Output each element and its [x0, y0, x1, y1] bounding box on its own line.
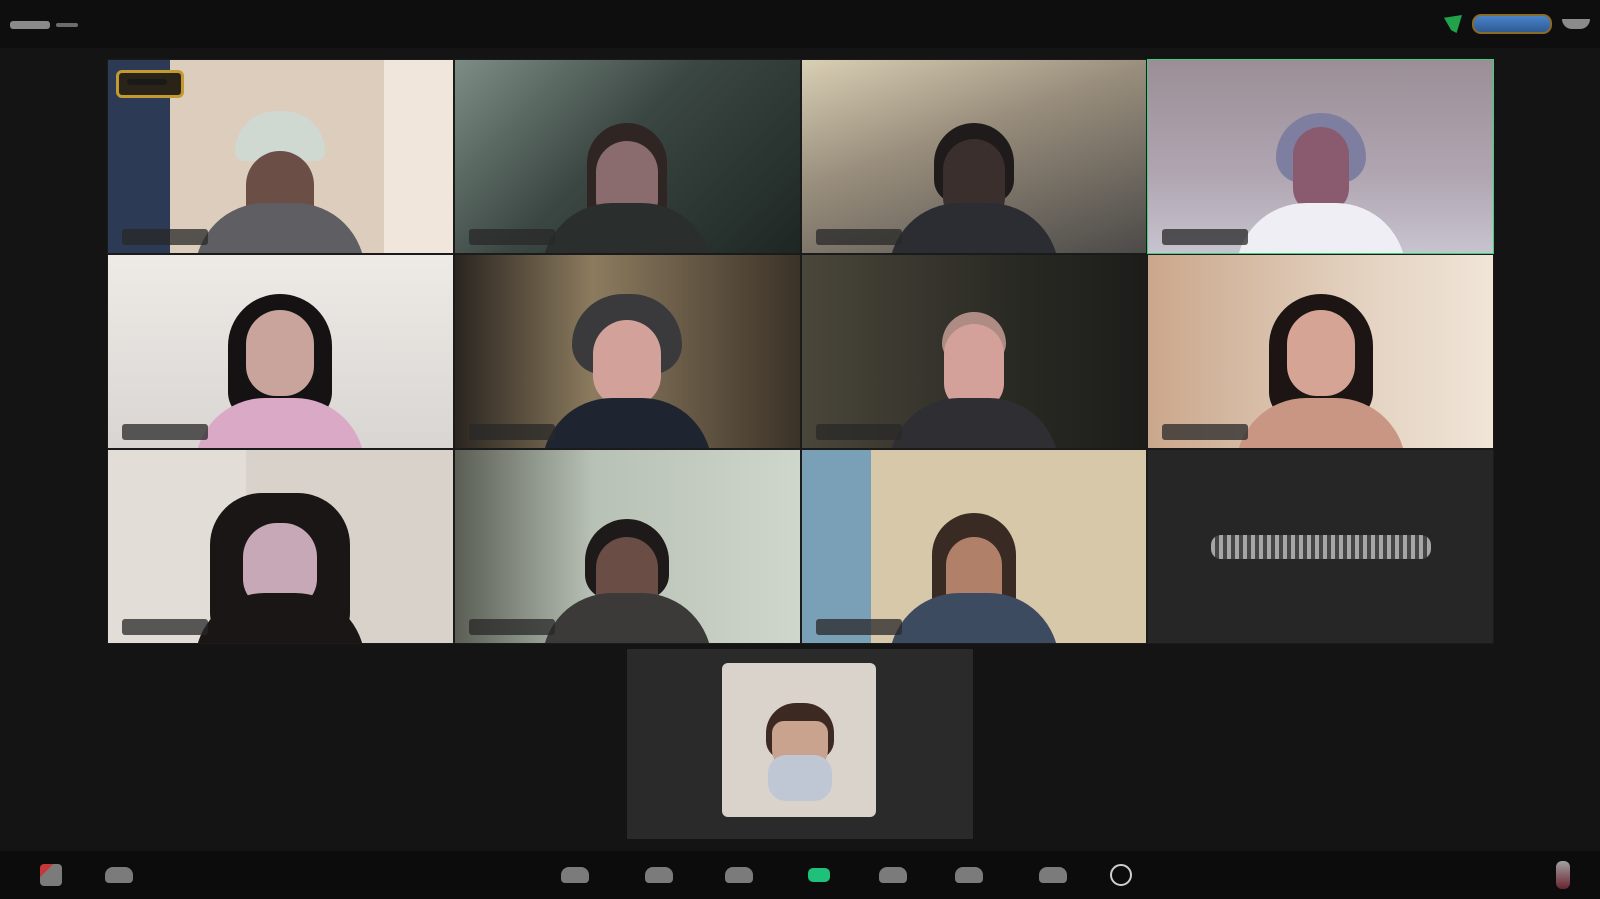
- top-bar: [0, 0, 1600, 48]
- participant-tile[interactable]: [453, 59, 801, 254]
- fullscreen-icon[interactable]: [1562, 19, 1590, 29]
- participant-tile[interactable]: [107, 59, 454, 254]
- body: [195, 203, 366, 253]
- participant-name-tag: [1162, 424, 1249, 440]
- body: [1235, 398, 1406, 448]
- participant-video: [1235, 288, 1406, 448]
- record-glyph: [879, 867, 907, 883]
- security-icon[interactable]: [552, 859, 598, 891]
- participant-name-tag: [122, 619, 208, 635]
- participant-tile[interactable]: [453, 254, 801, 449]
- participant-video: [542, 483, 713, 643]
- video-off-placeholder: [1148, 450, 1493, 643]
- body: [542, 398, 713, 448]
- face: [593, 320, 662, 406]
- participants-glyph: [645, 867, 673, 883]
- record-icon[interactable]: [870, 859, 916, 891]
- participant-video: [888, 93, 1059, 253]
- menu-icon-bar: [10, 21, 50, 29]
- participant-video: [542, 288, 713, 448]
- top-right-controls: [1444, 12, 1590, 36]
- participant-tile[interactable]: [800, 254, 1148, 449]
- face-mask: [768, 755, 832, 801]
- participant-tile[interactable]: [800, 449, 1148, 644]
- participant-video: [195, 288, 366, 448]
- menu-icon-bar: [56, 23, 78, 27]
- chat-glyph: [725, 867, 753, 883]
- body: [888, 398, 1059, 448]
- settings-icon[interactable]: [1098, 859, 1144, 891]
- participant-gallery: [107, 59, 1494, 644]
- participant-name-tag: [815, 424, 902, 440]
- participant-name-tag: [468, 424, 555, 440]
- meeting-toolbar: [0, 851, 1600, 899]
- participant-video: [195, 93, 366, 253]
- participant-name-tag: [122, 424, 208, 440]
- participant-tile[interactable]: [1147, 254, 1494, 449]
- body: [888, 593, 1059, 643]
- end-call-glyph: [1556, 861, 1570, 889]
- body: [195, 398, 366, 448]
- body: [888, 203, 1059, 253]
- video-camera-icon[interactable]: [96, 859, 142, 891]
- participant-name-tag: [815, 229, 902, 245]
- participant-name-tag: [815, 619, 902, 635]
- recording-badge: [116, 70, 184, 98]
- microphone-muted-glyph: [40, 864, 62, 886]
- share-screen-icon[interactable]: [796, 859, 842, 891]
- participant-tile-video-off[interactable]: [1147, 449, 1494, 644]
- menu-icon[interactable]: [10, 10, 88, 40]
- microphone-muted-icon[interactable]: [28, 859, 74, 891]
- view-toggle-button[interactable]: [1472, 14, 1552, 34]
- reactions-icon[interactable]: [946, 859, 992, 891]
- video-camera-glyph: [105, 867, 133, 883]
- body: [542, 203, 713, 253]
- participant-video: [1235, 93, 1406, 253]
- face: [1292, 127, 1349, 213]
- self-view-video[interactable]: [722, 663, 876, 817]
- participant-tile[interactable]: [107, 449, 454, 644]
- apps-glyph: [1039, 867, 1067, 883]
- participant-tile-active-speaker[interactable]: [1147, 59, 1494, 254]
- participant-name-tag: [1162, 229, 1249, 245]
- participant-tile[interactable]: [453, 449, 801, 644]
- participant-tile[interactable]: [800, 59, 1148, 254]
- participant-video: [195, 483, 366, 643]
- chat-icon[interactable]: [716, 859, 762, 891]
- face: [246, 310, 315, 396]
- participant-name-tag: [468, 229, 555, 245]
- self-view-panel: [627, 649, 973, 839]
- reactions-glyph: [955, 867, 983, 883]
- participants-icon[interactable]: [636, 859, 682, 891]
- body: [1235, 203, 1406, 253]
- participant-video: [888, 483, 1059, 643]
- body: [542, 593, 713, 643]
- participant-name-tag: [468, 619, 555, 635]
- participant-name-tag: [122, 229, 208, 245]
- apps-icon[interactable]: [1030, 859, 1076, 891]
- end-call-icon[interactable]: [1540, 859, 1586, 891]
- participant-video: [542, 93, 713, 253]
- participant-tile[interactable]: [107, 254, 454, 449]
- face: [1286, 310, 1355, 396]
- settings-glyph: [1110, 864, 1132, 886]
- participant-name-placeholder: [1210, 534, 1431, 559]
- share-screen-glyph: [808, 868, 830, 882]
- shield-icon[interactable]: [1444, 15, 1462, 33]
- video-meeting-window: [0, 0, 1600, 899]
- security-glyph: [561, 867, 589, 883]
- participant-video: [888, 288, 1059, 448]
